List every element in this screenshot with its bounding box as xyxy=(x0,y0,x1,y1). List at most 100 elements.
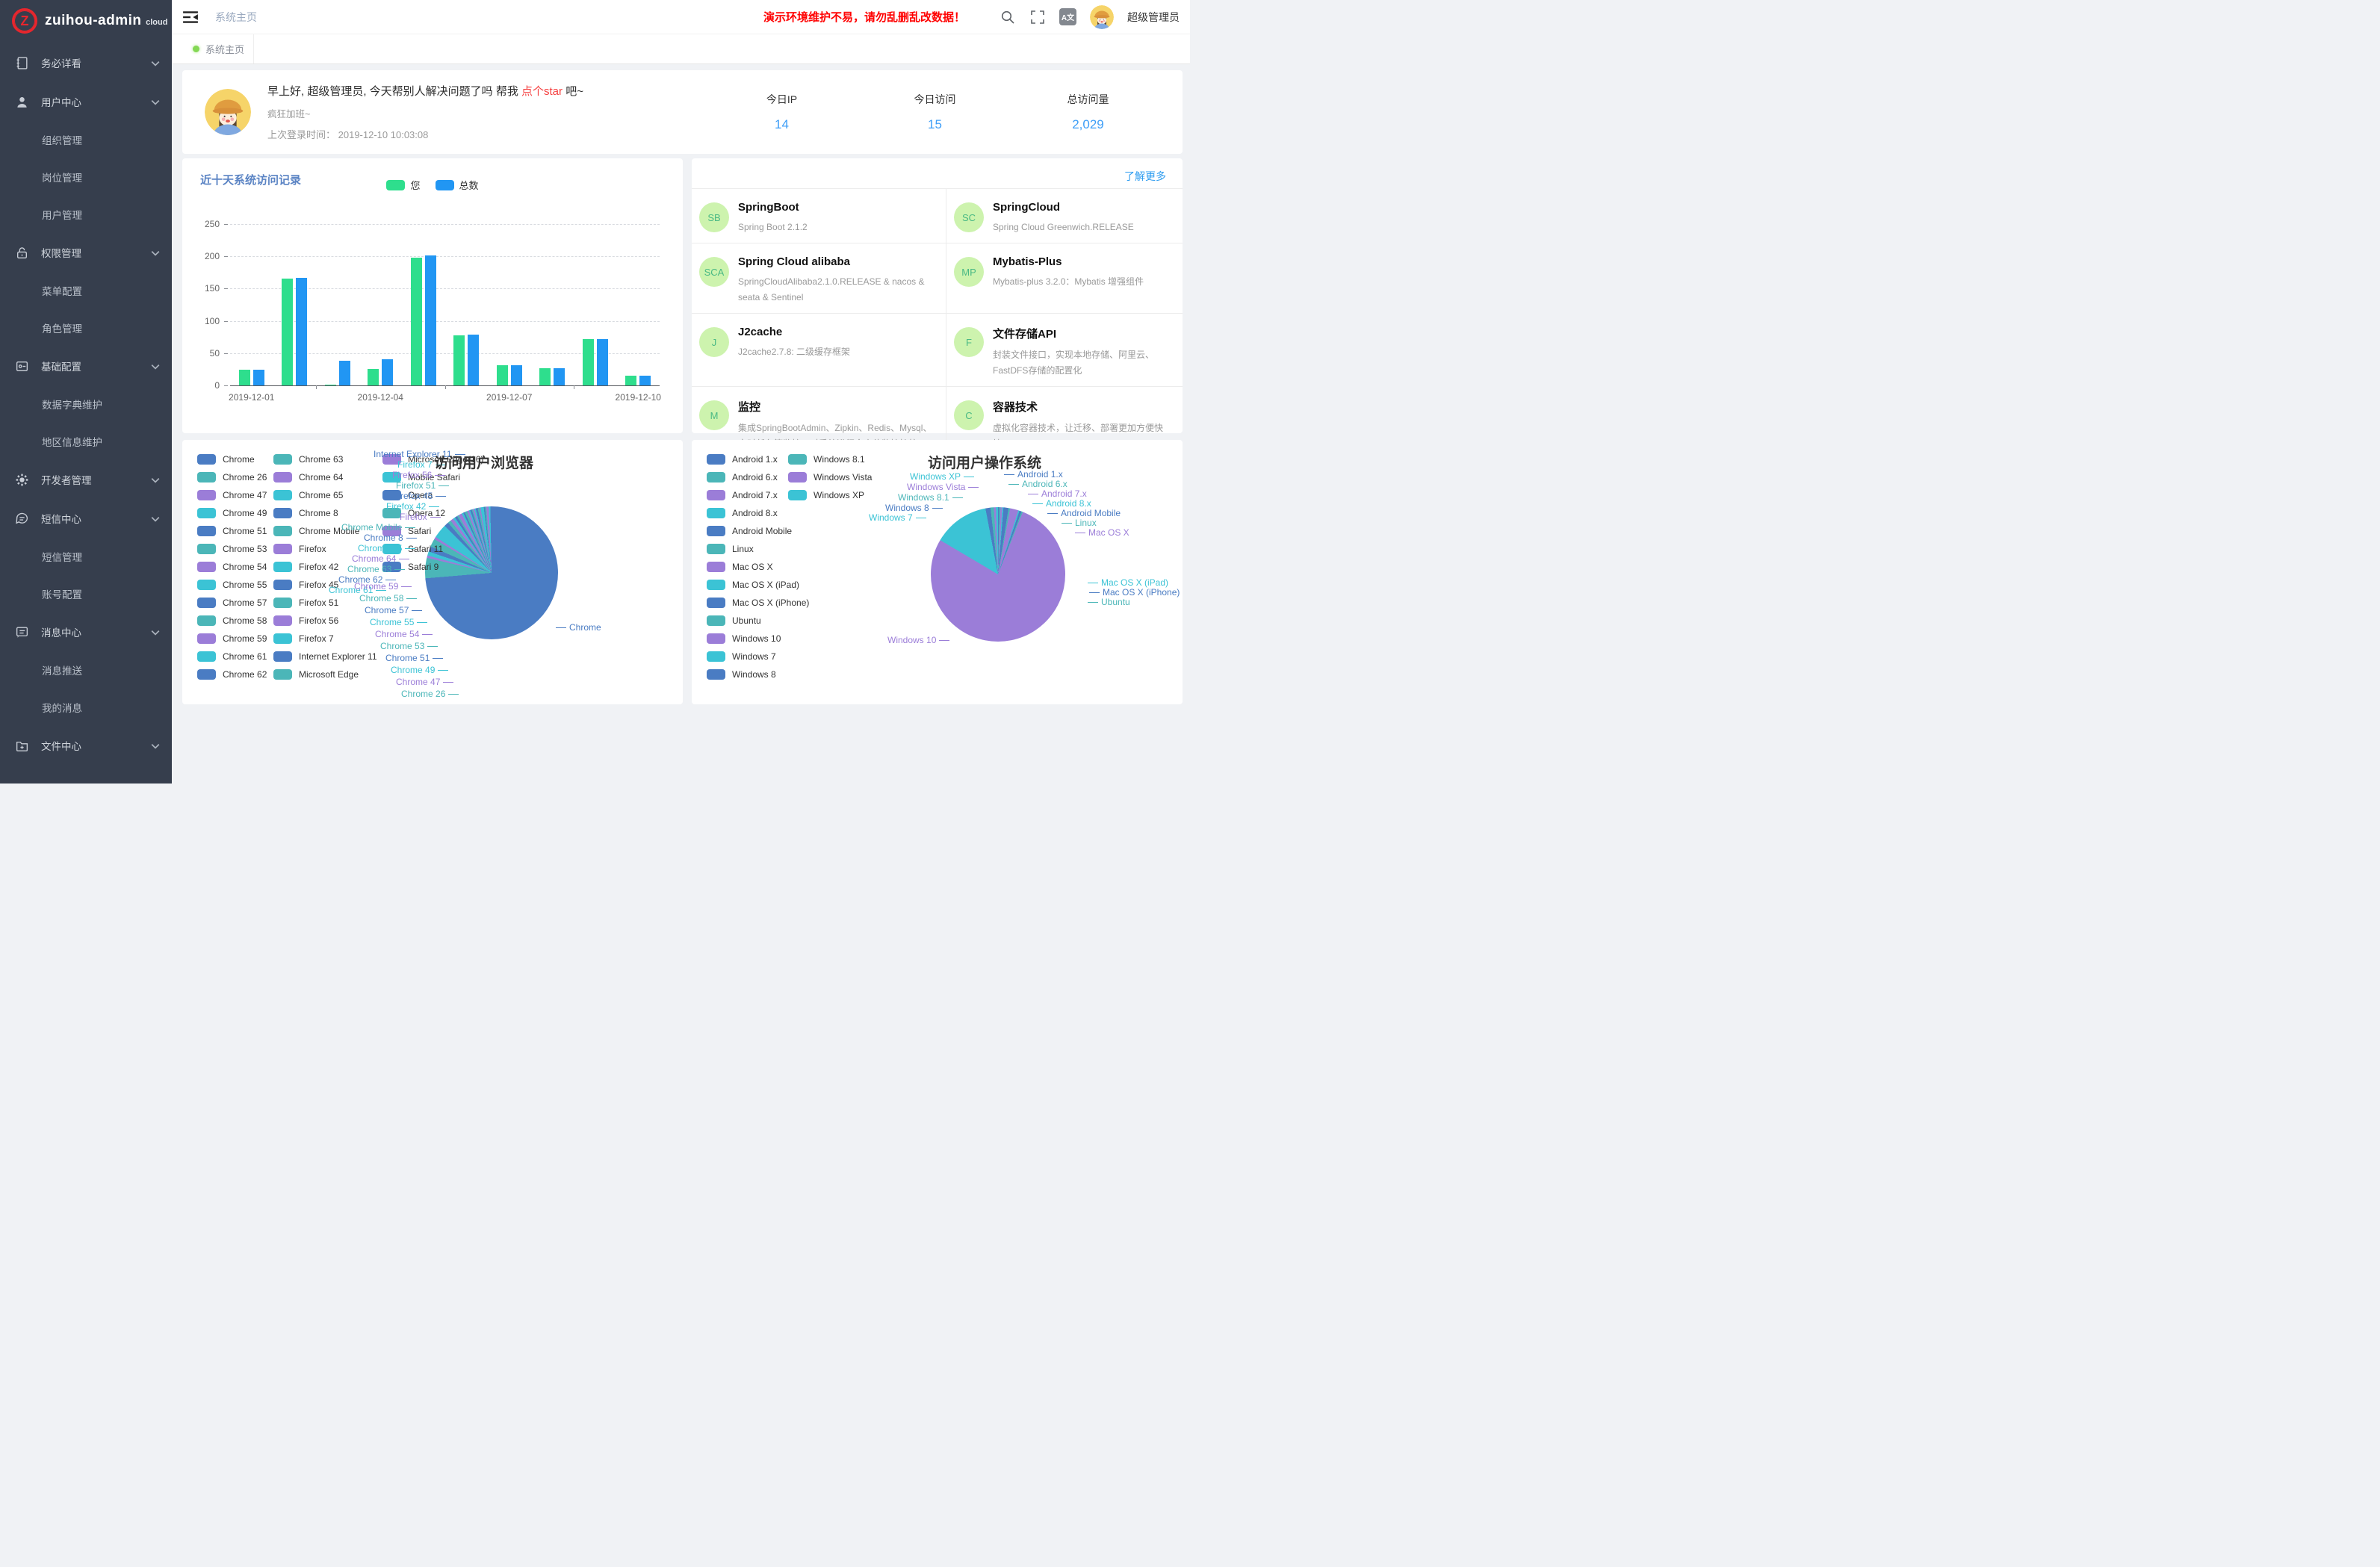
sidebar-subitem[interactable]: 我的消息 xyxy=(0,689,172,726)
legend-item[interactable]: Chrome 26 xyxy=(197,468,267,486)
legend-item[interactable]: Windows XP xyxy=(788,486,872,504)
legend-item[interactable]: Chrome 49 xyxy=(197,504,267,522)
legend-item[interactable]: Windows 8 xyxy=(707,665,809,683)
sidebar-item-6[interactable]: 短信中心 xyxy=(0,499,172,538)
fullscreen-icon[interactable] xyxy=(1029,9,1046,25)
sidebar-subitem[interactable]: 菜单配置 xyxy=(0,272,172,309)
legend-item[interactable]: Chrome 63 xyxy=(273,450,377,468)
legend-item[interactable]: Chrome 51 xyxy=(197,522,267,540)
sidebar-subitem-label: 组织管理 xyxy=(42,132,160,147)
gridline xyxy=(230,224,660,225)
legend-label: Chrome 49 xyxy=(223,508,267,518)
legend-item[interactable]: Firefox 7 xyxy=(273,630,377,648)
legend-item[interactable]: Firefox 56 xyxy=(273,612,377,630)
bar-总数-2019-12-02 xyxy=(296,278,307,385)
star-link[interactable]: 点个star xyxy=(521,85,563,98)
sidebar-item-4[interactable]: 基础配置 xyxy=(0,347,172,385)
legend-item[interactable]: Chrome 64 xyxy=(273,468,377,486)
x-axis-label: 2019-12-07 xyxy=(476,392,543,403)
legend-item[interactable]: Mac OS X xyxy=(707,558,809,576)
legend-swatch xyxy=(788,490,807,500)
browser-pie-title: 访问用户浏览器 xyxy=(434,452,533,472)
sidebar-item-2[interactable]: 用户中心 xyxy=(0,82,172,121)
legend-item[interactable]: Ubuntu xyxy=(707,612,809,630)
legend-item[interactable]: Chrome 54 xyxy=(197,558,267,576)
legend-item[interactable]: Mac OS X (iPad) xyxy=(707,576,809,594)
legend-swatch xyxy=(197,490,216,500)
legend-item[interactable]: Internet Explorer 11 xyxy=(273,648,377,665)
pie-label: Chrome 51 xyxy=(385,653,443,663)
legend-item[interactable]: Chrome 53 xyxy=(197,540,267,558)
legend-item[interactable]: Chrome 61 xyxy=(197,648,267,665)
legend-item[interactable]: Windows 8.1 xyxy=(788,450,872,468)
tech-stack-card: 了解更多 SBSpringBootSpring Boot 2.1.2SCSpri… xyxy=(692,158,1183,433)
legend-label: Chrome 55 xyxy=(223,580,267,590)
legend-item[interactable]: Chrome xyxy=(197,450,267,468)
legend-item[interactable]: Microsoft Edge xyxy=(273,665,377,683)
sidebar-subitem[interactable]: 消息推送 xyxy=(0,651,172,689)
legend-item[interactable]: Chrome 8 xyxy=(273,504,377,522)
legend-item[interactable]: Mac OS X (iPhone) xyxy=(707,594,809,612)
sidebar-item-7[interactable]: 消息中心 xyxy=(0,612,172,651)
legend-item[interactable]: Chrome 62 xyxy=(197,665,267,683)
sidebar-item-3[interactable]: 权限管理 xyxy=(0,233,172,272)
sidebar-subitem[interactable]: 数据字典维护 xyxy=(0,385,172,423)
collapse-sidebar-icon[interactable] xyxy=(182,10,199,24)
tech-item-j: JJ2cacheJ2cache2.7.8: 二级缓存框架 xyxy=(692,313,946,386)
legend-item[interactable]: Android Mobile xyxy=(707,522,809,540)
chevron-down-icon xyxy=(151,474,160,485)
pie-label: Chrome 63 xyxy=(347,564,405,574)
legend-item[interactable]: Chrome 58 xyxy=(197,612,267,630)
x-axis-tick xyxy=(316,385,317,389)
sidebar-subitem[interactable]: 短信管理 xyxy=(0,538,172,575)
learn-more-link[interactable]: 了解更多 xyxy=(1124,169,1166,184)
chevron-down-icon xyxy=(151,361,160,372)
sidebar-subitem-label: 用户管理 xyxy=(42,207,160,222)
sidebar-subitem[interactable]: 岗位管理 xyxy=(0,158,172,196)
current-user-name[interactable]: 超级管理员 xyxy=(1127,10,1180,25)
legend-label: Chrome 57 xyxy=(223,598,267,608)
legend-item[interactable]: Chrome 65 xyxy=(273,486,377,504)
sidebar-item-8[interactable]: 文件中心 xyxy=(0,726,172,765)
logo[interactable]: Z zuihou-admin cloud xyxy=(0,0,172,42)
sidebar-subitem-label: 我的消息 xyxy=(42,700,160,715)
sidebar-item-1[interactable]: 务必详看 xyxy=(0,43,172,82)
tab-home[interactable]: 系统主页 xyxy=(172,34,254,63)
legend-item[interactable]: Android 8.x xyxy=(707,504,809,522)
sidebar-subitem[interactable]: 地区信息维护 xyxy=(0,423,172,460)
search-icon[interactable] xyxy=(1000,9,1016,25)
x-axis-label: 2019-12-04 xyxy=(347,392,414,403)
sidebar-subitem[interactable]: 组织管理 xyxy=(0,121,172,158)
tabbar: 系统主页 xyxy=(172,34,1190,64)
bar-plot: 0501001502002502019-12-012019-12-042019-… xyxy=(182,158,683,433)
legend-item[interactable]: Linux xyxy=(707,540,809,558)
legend-label: Mac OS X (iPad) xyxy=(732,580,799,590)
legend-label: Firefox 51 xyxy=(299,598,338,608)
avatar[interactable] xyxy=(1090,5,1114,29)
y-axis-tick xyxy=(224,353,228,354)
legend-swatch xyxy=(273,651,292,662)
legend-item[interactable]: Chrome 57 xyxy=(197,594,267,612)
bar-您-2019-12-04 xyxy=(368,369,379,385)
legend-item[interactable]: Chrome 59 xyxy=(197,630,267,648)
legend-label: Chrome 51 xyxy=(223,526,267,536)
legend-item[interactable]: Windows 7 xyxy=(707,648,809,665)
pie-label: Chrome 54 xyxy=(375,629,433,639)
legend-item[interactable]: Chrome 47 xyxy=(197,486,267,504)
chevron-down-icon xyxy=(151,740,160,751)
legend-item[interactable]: Windows Vista xyxy=(788,468,872,486)
legend-item[interactable]: Windows 10 xyxy=(707,630,809,648)
legend-swatch xyxy=(707,669,725,680)
chevron-down-icon xyxy=(151,627,160,638)
x-axis-tick xyxy=(445,385,446,389)
legend-item[interactable]: Chrome 55 xyxy=(197,576,267,594)
legend-swatch xyxy=(707,651,725,662)
sidebar-subitem[interactable]: 账号配置 xyxy=(0,575,172,612)
tab-active-dot xyxy=(193,46,199,52)
breadcrumb[interactable]: 系统主页 xyxy=(215,10,257,25)
sidebar-subitem[interactable]: 用户管理 xyxy=(0,196,172,233)
sidebar-subitem[interactable]: 角色管理 xyxy=(0,309,172,347)
pie-label: Linux xyxy=(1062,518,1097,528)
language-icon[interactable]: A文 xyxy=(1059,8,1076,25)
sidebar-item-5[interactable]: 开发者管理 xyxy=(0,460,172,499)
